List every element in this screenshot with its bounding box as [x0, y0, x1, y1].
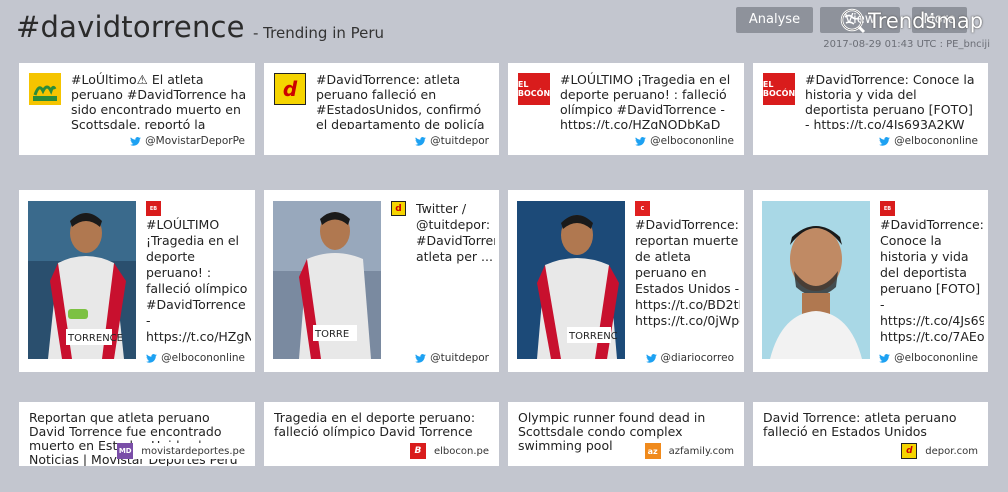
news-card[interactable]: Reportan que atleta peruano David Torren… — [19, 402, 255, 466]
correo-avatar: C — [635, 201, 650, 216]
depor-avatar: d — [274, 73, 306, 105]
news-source[interactable]: B elbocon.pe — [409, 443, 489, 459]
twitter-bird-icon — [879, 353, 891, 363]
tweet-text: #DavidTorrence: reportan muerte de atlet… — [635, 217, 740, 328]
depor-favicon-icon: d — [901, 443, 918, 459]
photo-tweet-card[interactable]: TORRENC C #DavidTorrence: reportan muert… — [508, 190, 744, 372]
tweet-handle[interactable]: @elbocononline — [635, 135, 734, 147]
tweet-text: #LOÚLTIMO ¡Tragedia en el deporte peruan… — [146, 217, 251, 344]
elbocon-avatar: EB — [880, 201, 895, 216]
tweet-text: #DavidTorrence: Conoce la historia y vid… — [880, 217, 984, 344]
news-card[interactable]: Olympic runner found dead in Scottsdale … — [508, 402, 744, 466]
tweet-card[interactable]: EL BOCÓN #LOÚLTIMO ¡Tragedia en el depor… — [508, 63, 744, 155]
tweet-card[interactable]: EL BOCÓN #DavidTorrence: Conoce la histo… — [753, 63, 988, 155]
depor-avatar: d — [391, 201, 406, 216]
athlete-portrait-photo[interactable] — [762, 201, 870, 359]
page-subtitle: - Trending in Peru — [253, 24, 385, 42]
tweet-handle[interactable]: @elbocononline — [879, 352, 978, 364]
tweet-handle[interactable]: @elbocononline — [146, 352, 245, 364]
news-source[interactable]: d depor.com — [901, 443, 978, 459]
twitter-bird-icon — [645, 353, 657, 363]
news-card[interactable]: David Torrence: atleta peruano falleció … — [753, 402, 988, 466]
twitter-bird-icon — [415, 136, 427, 146]
twitter-bird-icon — [635, 136, 647, 146]
twitter-bird-icon — [415, 353, 427, 363]
tweet-text: #DavidTorrence: atleta peruano falleció … — [316, 72, 485, 129]
tweet-handle[interactable]: @elbocononline — [879, 135, 978, 147]
photo-tweet-card[interactable]: TORRENCE EB #LOÚLTIMO ¡Tragedia en el de… — [19, 190, 255, 372]
page-title: #davidtorrence — [16, 10, 245, 44]
logo-text: Trendsmap — [868, 9, 984, 33]
tweet-handle[interactable]: @MovistarDeporPe — [130, 135, 245, 147]
globe-icon — [840, 8, 866, 34]
svg-text:TORRE: TORRE — [314, 329, 349, 340]
elbocon-favicon-icon: B — [409, 443, 426, 459]
movistar-favicon-icon: MD — [117, 443, 134, 459]
elbocon-avatar: EL BOCÓN — [763, 73, 795, 105]
tweet-text: #LoÚltimo⚠ El atleta peruano #DavidTorre… — [71, 72, 247, 129]
tweet-card[interactable]: #LoÚltimo⚠ El atleta peruano #DavidTorre… — [19, 63, 255, 155]
athlete-photo[interactable]: TORRENCE — [28, 201, 136, 359]
tweet-handle[interactable]: @tuitdepor — [415, 135, 489, 147]
tweet-text: #DavidTorrence: Conoce la historia y vid… — [805, 72, 975, 129]
tweet-handle[interactable]: @tuitdepor — [415, 352, 489, 364]
azfamily-favicon-icon: az — [644, 443, 661, 459]
news-card[interactable]: Tragedia en el deporte peruano: falleció… — [264, 402, 499, 466]
tweet-text: Twitter / @tuitdepor: #DavidTorrence: at… — [416, 201, 495, 264]
timestamp: 2017-08-29 01:43 UTC : PE_bnciji — [823, 39, 990, 50]
trendsmap-logo[interactable]: Trendsmap — [840, 7, 983, 35]
elbocon-avatar: EL BOCÓN — [518, 73, 550, 105]
athlete-photo[interactable]: TORRE — [273, 201, 381, 359]
twitter-bird-icon — [130, 136, 142, 146]
tweet-handle[interactable]: @diariocorreo — [645, 352, 734, 364]
photo-tweet-card[interactable]: EB #DavidTorrence: Conoce la historia y … — [753, 190, 988, 372]
photo-tweet-card[interactable]: TORRE d Twitter / @tuitdepor: #DavidTorr… — [264, 190, 499, 372]
analyse-button[interactable]: Analyse — [736, 7, 813, 33]
elbocon-avatar: EB — [146, 201, 161, 216]
news-source[interactable]: az azfamily.com — [644, 443, 734, 459]
news-source[interactable]: MD movistardeportes.pe — [117, 443, 245, 459]
athlete-photo[interactable]: TORRENC — [517, 201, 625, 359]
twitter-bird-icon — [879, 136, 891, 146]
tweet-text: #LOÚLTIMO ¡Tragedia en el deporte peruan… — [560, 72, 731, 129]
tweet-card[interactable]: d #DavidTorrence: atleta peruano falleci… — [264, 63, 499, 155]
svg-text:TORRENC: TORRENC — [568, 331, 618, 342]
movistar-deportes-avatar — [29, 73, 61, 105]
twitter-bird-icon — [146, 353, 158, 363]
svg-text:TORRENCE: TORRENCE — [67, 333, 123, 344]
